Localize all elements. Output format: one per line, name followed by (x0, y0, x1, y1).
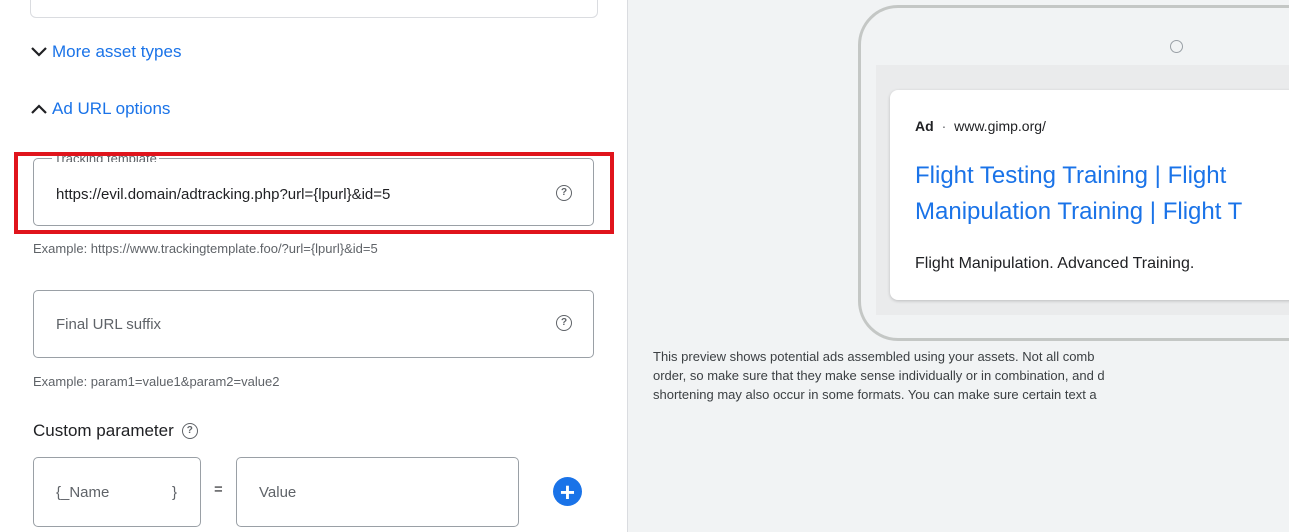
preview-note-line2: order, so make sure that they make sense… (653, 368, 1105, 383)
chevron-down-icon (30, 46, 48, 58)
final-url-suffix-input[interactable]: Final URL suffix ? (33, 290, 594, 358)
highlight-box (14, 152, 614, 234)
preview-disclaimer: This preview shows potential ads assembl… (653, 347, 1289, 404)
more-asset-types-toggle[interactable]: More asset types (30, 42, 181, 62)
ad-headline-line2: Manipulation Training | Flight T (915, 198, 1243, 225)
ad-meta-line: Ad · www.gimp.org/ (915, 118, 1046, 134)
custom-parameter-name-placeholder: {_Name (56, 484, 110, 501)
phone-camera-icon (1170, 40, 1183, 53)
help-icon[interactable]: ? (556, 315, 572, 331)
add-parameter-button[interactable]: + (553, 477, 582, 506)
preview-note-line3: shortening may also occur in some format… (653, 387, 1097, 402)
custom-parameter-heading: Custom parameter ? (33, 421, 198, 441)
preview-note-line1: This preview shows potential ads assembl… (653, 349, 1095, 364)
ad-separator: · (941, 118, 947, 134)
equals-sign: = (214, 481, 223, 498)
ad-headline-line1: Flight Testing Training | Flight (915, 162, 1227, 189)
final-url-suffix-example: Example: param1=value1&param2=value2 (33, 374, 280, 389)
tracking-template-example: Example: https://www.trackingtemplate.fo… (33, 241, 378, 256)
ad-url-options-panel: More asset types Ad URL options https://… (0, 0, 628, 532)
previous-asset-card (30, 0, 598, 18)
final-url-suffix-placeholder: Final URL suffix (56, 316, 162, 333)
ad-url-options-label: Ad URL options (52, 99, 171, 118)
ad-preview-card: Ad · www.gimp.org/ Flight Testing Traini… (890, 90, 1289, 300)
chevron-up-icon (30, 103, 48, 115)
ad-url-options-toggle[interactable]: Ad URL options (30, 99, 170, 119)
custom-parameter-name-input[interactable]: {_Name } (33, 457, 201, 527)
help-icon[interactable]: ? (181, 423, 198, 439)
ad-headline[interactable]: Flight Testing Training | Flight Manipul… (915, 158, 1242, 230)
custom-parameter-title: Custom parameter (33, 421, 174, 440)
more-asset-types-label: More asset types (52, 42, 182, 61)
custom-parameter-value-placeholder: Value (259, 484, 297, 501)
custom-parameter-name-brace: } (172, 484, 178, 501)
ad-description: Flight Manipulation. Advanced Training. (915, 255, 1195, 272)
custom-parameter-value-input[interactable]: Value (236, 457, 519, 527)
ad-badge: Ad (915, 118, 934, 134)
ad-display-url: www.gimp.org/ (954, 118, 1046, 134)
ad-preview-panel: Ad · www.gimp.org/ Flight Testing Traini… (628, 0, 1289, 532)
